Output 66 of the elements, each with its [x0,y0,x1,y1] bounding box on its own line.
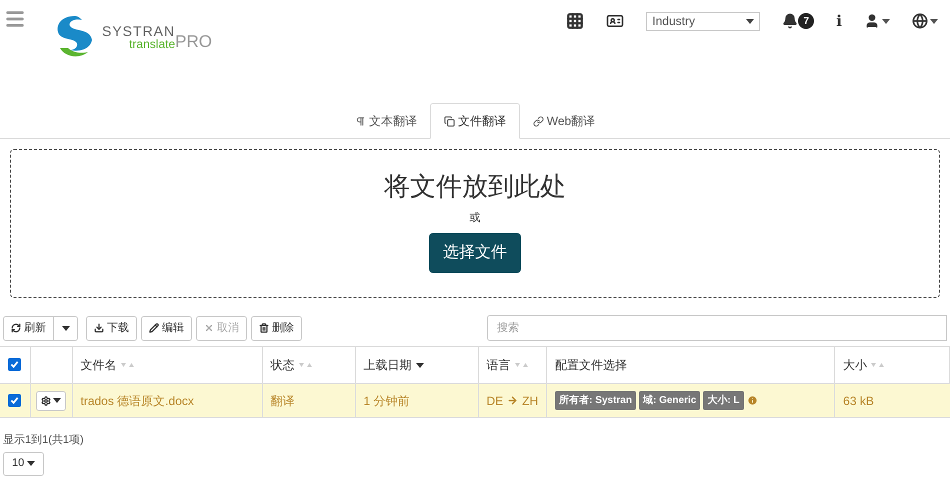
sort-desc-icon [416,362,424,368]
download-icon [94,323,104,333]
delete-button[interactable]: 删除 [251,316,302,340]
refresh-button[interactable]: 刷新 [3,316,54,340]
file-size-cell: 63 kB [834,384,950,418]
delete-icon [259,323,269,333]
row-settings-button[interactable] [36,390,66,410]
caret-icon [930,18,938,24]
gear-icon [41,396,51,406]
caret-icon [27,461,36,466]
column-header[interactable]: 状态 [270,356,294,374]
bell-icon[interactable] [782,13,798,30]
file-name-cell: trados 德语原文.docx [72,384,262,418]
logo-product: translate [129,38,176,50]
caret-icon [746,18,754,24]
caret-icon [53,398,61,403]
globe-icon[interactable] [912,13,928,30]
tab[interactable]: Web翻译 [520,103,608,139]
source-language: DE [486,392,504,410]
menu-icon[interactable] [4,8,26,30]
column-header[interactable]: 上载日期 [364,356,412,374]
status-cell: 翻译 [262,384,355,418]
profile-tag: 域: Generic [638,391,700,410]
apps-grid-icon[interactable] [566,12,584,30]
profile-tag: 所有者: Systran [555,391,636,410]
user-icon[interactable] [864,13,880,30]
profile-tag: 大小: L [703,391,744,410]
web-tab-icon [532,116,544,126]
column-header[interactable]: 语言 [486,356,510,374]
sort-icon [298,362,312,368]
domain-select[interactable]: Industry [646,12,760,31]
refresh-icon [11,323,21,333]
caret-icon [882,18,890,24]
target-language: ZH [522,392,538,410]
page-size-select[interactable]: 10 [3,452,44,476]
or-label: 或 [470,211,480,226]
checkbox[interactable] [8,358,22,371]
sort-icon [514,362,528,368]
drop-zone[interactable]: 将文件放到此处 或 选择文件 [10,149,940,298]
download-button[interactable]: 下载 [86,316,137,340]
logo-edition: PRO [175,33,212,50]
tab[interactable]: 文本翻译 [342,103,430,139]
tab[interactable]: 文件翻译 [430,103,520,139]
sort-icon [120,362,134,368]
column-header[interactable]: 文件名 [80,356,116,374]
sort-icon [871,362,886,368]
search-field[interactable]: 搜索 [487,315,947,341]
column-header[interactable]: 大小 [843,356,868,374]
dropdown-toggle[interactable] [54,316,78,340]
upload-date-cell: 1 分钟前 [355,384,478,418]
info-link[interactable]: i [836,10,842,32]
caret-icon [62,326,70,330]
arrow-icon [507,395,518,406]
text-tab-icon [354,116,366,126]
notification-badge: 7 [798,13,814,30]
info-icon[interactable] [746,395,758,406]
column-header[interactable]: 配置文件选择 [555,356,628,374]
choose-file-button[interactable]: 选择文件 [429,232,521,272]
edit-button[interactable]: 编辑 [141,316,192,340]
edit-icon [149,323,159,333]
logo-brand: SYSTRAN [102,24,176,38]
checkbox[interactable] [8,394,22,406]
pagination-summary: 显示1到1(共1项) [3,433,85,448]
file-tab-icon [444,116,455,126]
cancel-icon [204,323,214,333]
drop-zone-title: 将文件放到此处 [384,170,566,203]
